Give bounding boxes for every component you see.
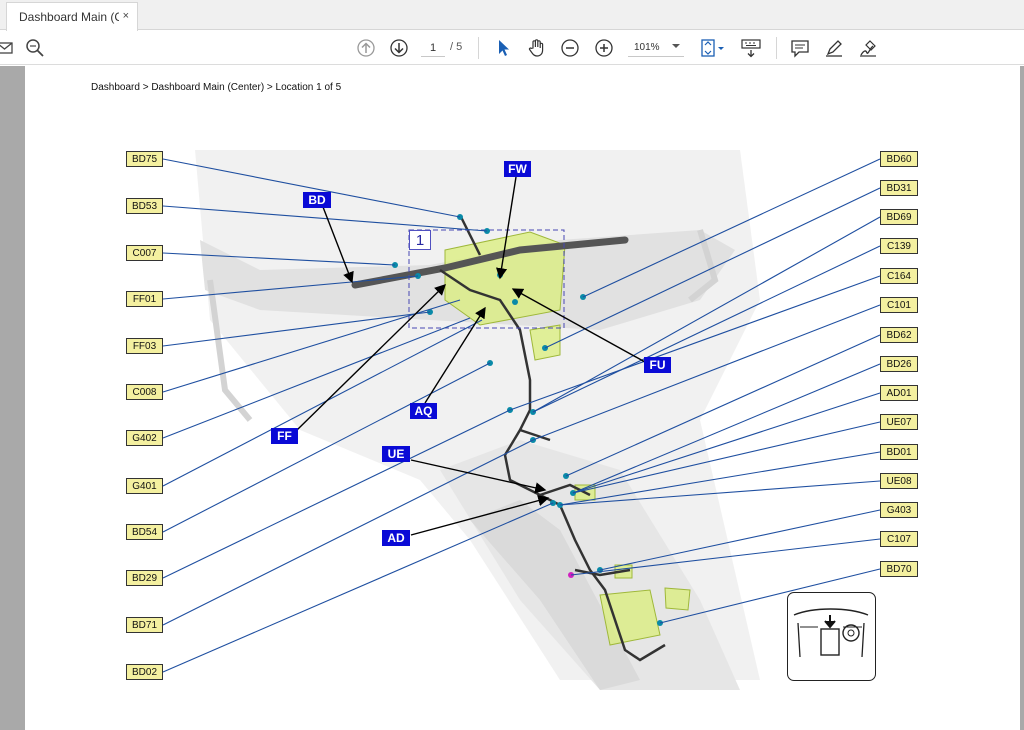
connector-label: C007 bbox=[126, 245, 163, 261]
connector-label: BD62 bbox=[880, 327, 918, 343]
dashboard-location-icon bbox=[793, 608, 869, 658]
location-inset bbox=[787, 592, 876, 681]
harness-label: BD bbox=[303, 192, 331, 208]
connector-label: UE08 bbox=[880, 473, 918, 489]
connector-label: BD54 bbox=[126, 524, 163, 540]
connector-label: C101 bbox=[880, 297, 918, 313]
connector-label: FF03 bbox=[126, 338, 163, 354]
connector-label: BD71 bbox=[126, 617, 163, 633]
connector-label: BD75 bbox=[126, 151, 163, 167]
pdf-viewer-window: Dashboard Main (C... × / 5 bbox=[0, 0, 1024, 730]
callout-number: 1 bbox=[409, 230, 431, 250]
harness-label: AQ bbox=[410, 403, 437, 419]
connector-label: BD53 bbox=[126, 198, 163, 214]
harness-label: FW bbox=[504, 161, 531, 177]
connector-label: BD69 bbox=[880, 209, 918, 225]
connector-label: C164 bbox=[880, 268, 918, 284]
harness-label: UE bbox=[382, 446, 410, 462]
connector-label: C139 bbox=[880, 238, 918, 254]
connector-label: C107 bbox=[880, 531, 918, 547]
connector-label: BD01 bbox=[880, 444, 918, 460]
connector-label: BD26 bbox=[880, 356, 918, 372]
connector-label: BD60 bbox=[880, 151, 918, 167]
harness-label: FU bbox=[644, 357, 671, 373]
connector-label: G401 bbox=[126, 478, 163, 494]
connector-label: G402 bbox=[126, 430, 163, 446]
harness-label: FF bbox=[271, 428, 298, 444]
connector-label: AD01 bbox=[880, 385, 918, 401]
connector-label: BD31 bbox=[880, 180, 918, 196]
connector-label: BD29 bbox=[126, 570, 163, 586]
connector-label: UE07 bbox=[880, 414, 918, 430]
connector-label: BD02 bbox=[126, 664, 163, 680]
connector-label: C008 bbox=[126, 384, 163, 400]
harness-label: AD bbox=[382, 530, 410, 546]
connector-label: G403 bbox=[880, 502, 918, 518]
connector-label: FF01 bbox=[126, 291, 163, 307]
breadcrumb: Dashboard > Dashboard Main (Center) > Lo… bbox=[91, 82, 342, 93]
connector-label: BD70 bbox=[880, 561, 918, 577]
